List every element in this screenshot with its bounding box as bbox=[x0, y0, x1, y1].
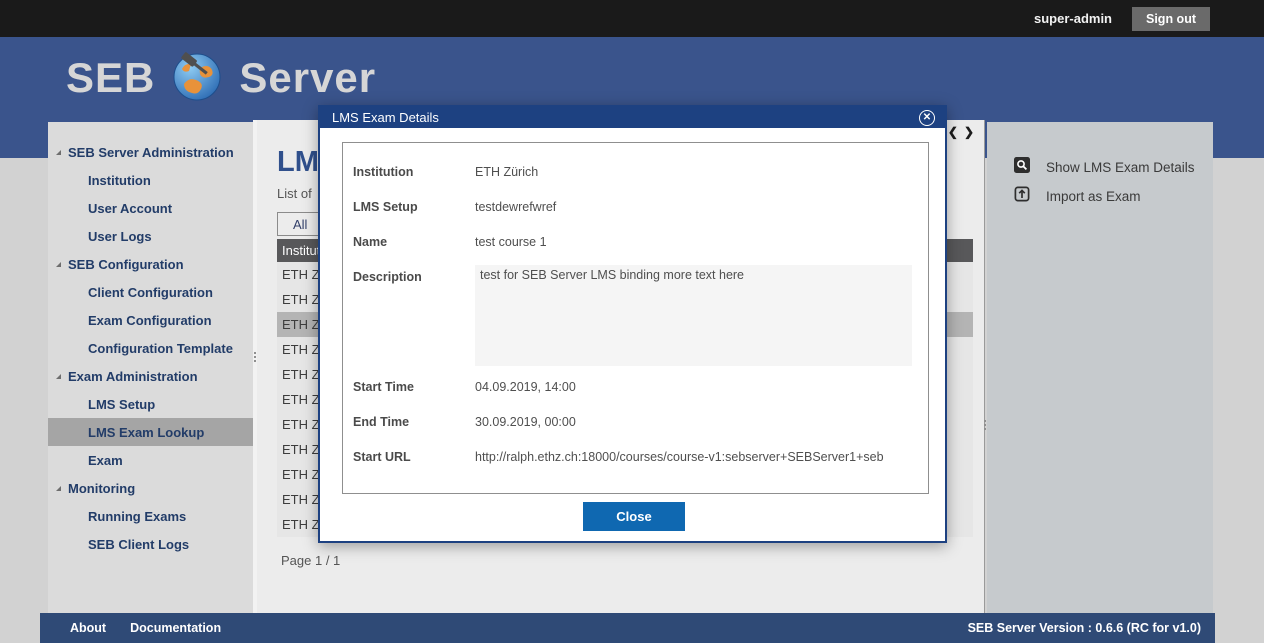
field-label-lms-setup: LMS Setup bbox=[353, 200, 418, 214]
field-label-institution: Institution bbox=[353, 165, 413, 179]
field-value-name: test course 1 bbox=[475, 235, 547, 249]
field-value-description: test for SEB Server LMS binding more tex… bbox=[475, 265, 912, 366]
field-label-start-url: Start URL bbox=[353, 450, 411, 464]
sidebar-item-institution[interactable]: Institution bbox=[48, 166, 253, 194]
app-screen: super-admin Sign out SEB bbox=[0, 0, 1264, 643]
field-value-start-time: 04.09.2019, 14:00 bbox=[475, 380, 576, 394]
sidebar-item-label: Exam Configuration bbox=[88, 313, 212, 328]
sidebar-item-user-logs[interactable]: User Logs bbox=[48, 222, 253, 250]
sidebar-item-running-exams[interactable]: Running Exams bbox=[48, 502, 253, 530]
sign-out-button[interactable]: Sign out bbox=[1132, 7, 1210, 31]
footer-bar: About Documentation SEB Server Version :… bbox=[40, 613, 1215, 643]
field-label-description: Description bbox=[353, 270, 422, 284]
sidebar-item-label: User Account bbox=[88, 201, 172, 216]
dialog-close-icon[interactable]: ✕ bbox=[919, 110, 935, 126]
dialog-close-button[interactable]: Close bbox=[583, 502, 685, 531]
sidebar-item-client-configuration[interactable]: Client Configuration bbox=[48, 278, 253, 306]
pagination-label: Page 1 / 1 bbox=[281, 553, 340, 568]
action-pane: Show LMS Exam Details Import as Exam bbox=[987, 122, 1213, 613]
lms-exam-details-dialog: LMS Exam Details ✕ Institution ETH Züric… bbox=[318, 105, 947, 543]
sidebar-item-exam[interactable]: Exam bbox=[48, 446, 253, 474]
action-show-lms-exam-details[interactable]: Show LMS Exam Details bbox=[1014, 157, 1195, 178]
sidebar-item-label: SEB Configuration bbox=[68, 257, 184, 272]
field-label-end-time: End Time bbox=[353, 415, 409, 429]
sidebar-item-exam-administration[interactable]: Exam Administration bbox=[48, 362, 253, 390]
sidebar-item-seb-client-logs[interactable]: SEB Client Logs bbox=[48, 530, 253, 558]
expand-triangle-icon[interactable] bbox=[56, 150, 61, 155]
dialog-fieldset: Institution ETH Zürich LMS Setup testdew… bbox=[342, 142, 929, 494]
sidebar-item-seb-configuration[interactable]: SEB Configuration bbox=[48, 250, 253, 278]
sidebar-item-exam-configuration[interactable]: Exam Configuration bbox=[48, 306, 253, 334]
sash-dots-icon bbox=[254, 352, 256, 354]
sidebar-item-configuration-template[interactable]: Configuration Template bbox=[48, 334, 253, 362]
sidebar-item-label: SEB Server Administration bbox=[68, 145, 234, 160]
sidebar-item-label: Configuration Template bbox=[88, 341, 233, 356]
field-value-start-url: http://ralph.ethz.ch:18000/courses/cours… bbox=[475, 450, 884, 464]
expand-triangle-icon[interactable] bbox=[56, 486, 61, 491]
footer-links: About Documentation bbox=[40, 621, 221, 635]
action-label: Import as Exam bbox=[1046, 189, 1141, 204]
collapse-left-icon[interactable]: ❮ bbox=[948, 125, 958, 139]
expand-triangle-icon[interactable] bbox=[56, 262, 61, 267]
sidebar-item-monitoring[interactable]: Monitoring bbox=[48, 474, 253, 502]
footer-link-documentation[interactable]: Documentation bbox=[130, 621, 221, 635]
app-logo: SEB Ser bbox=[66, 49, 376, 106]
sidebar-item-label: LMS Setup bbox=[88, 397, 155, 412]
sidebar-item-label: SEB Client Logs bbox=[88, 537, 189, 552]
footer-link-about[interactable]: About bbox=[70, 621, 106, 635]
import-icon bbox=[1014, 186, 1030, 207]
sidebar-nav: SEB Server Administration Institution User… bbox=[48, 122, 253, 613]
sidebar-item-user-account[interactable]: User Account bbox=[48, 194, 253, 222]
current-user-label: super-admin bbox=[1034, 11, 1112, 26]
action-import-as-exam[interactable]: Import as Exam bbox=[1014, 186, 1141, 207]
dialog-titlebar: LMS Exam Details ✕ bbox=[320, 107, 945, 128]
sidebar-item-label: Monitoring bbox=[68, 481, 135, 496]
expand-right-icon[interactable]: ❯ bbox=[964, 125, 974, 139]
seb-server-globe-icon bbox=[171, 49, 223, 106]
field-value-lms-setup: testdewrefwref bbox=[475, 200, 556, 214]
top-bar: super-admin Sign out bbox=[0, 0, 1264, 37]
field-label-start-time: Start Time bbox=[353, 380, 414, 394]
sidebar-item-label: Client Configuration bbox=[88, 285, 213, 300]
sidebar-item-label: Exam bbox=[88, 453, 123, 468]
field-label-name: Name bbox=[353, 235, 387, 249]
field-value-institution: ETH Zürich bbox=[475, 165, 538, 179]
logo-seb-text: SEB bbox=[66, 54, 155, 102]
logo-server-text: Server bbox=[239, 54, 376, 102]
sidebar-item-lms-setup[interactable]: LMS Setup bbox=[48, 390, 253, 418]
magnifier-icon bbox=[1014, 157, 1030, 178]
sidebar-item-seb-server-administration[interactable]: SEB Server Administration bbox=[48, 138, 253, 166]
panel-collapse-controls: ❮ ❯ bbox=[948, 125, 974, 139]
expand-triangle-icon[interactable] bbox=[56, 374, 61, 379]
action-panel-resize-handle[interactable] bbox=[984, 420, 986, 422]
action-label: Show LMS Exam Details bbox=[1046, 160, 1195, 175]
sidebar-item-label: LMS Exam Lookup bbox=[88, 425, 204, 440]
field-value-end-time: 30.09.2019, 00:00 bbox=[475, 415, 576, 429]
server-version-label: SEB Server Version : 0.6.6 (RC for v1.0) bbox=[968, 621, 1215, 635]
dialog-title: LMS Exam Details bbox=[332, 110, 439, 125]
sidebar-item-lms-exam-lookup[interactable]: LMS Exam Lookup bbox=[48, 418, 253, 446]
sidebar-item-label: User Logs bbox=[88, 229, 152, 244]
page-subtitle: List of bbox=[277, 186, 312, 201]
sidebar-item-label: Exam Administration bbox=[68, 369, 198, 384]
sidebar-item-label: Institution bbox=[88, 173, 151, 188]
sidebar-item-label: Running Exams bbox=[88, 509, 186, 524]
